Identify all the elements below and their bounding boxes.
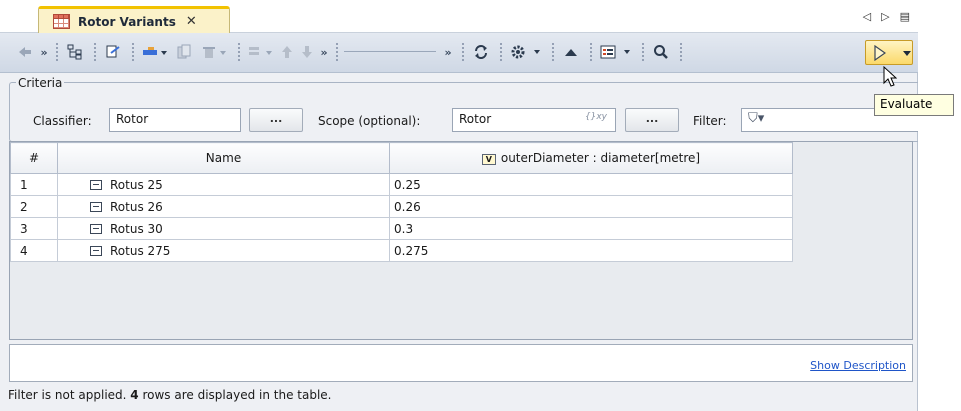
- reorder-icon[interactable]: [246, 41, 276, 63]
- toolbar-grip: [552, 42, 554, 62]
- background-strip: [918, 0, 961, 411]
- scroll-tabs-left-icon[interactable]: ◁: [863, 10, 871, 23]
- add-elements-icon[interactable]: [102, 41, 124, 63]
- row-name-cell[interactable]: Rotus 26: [57, 195, 390, 218]
- move-down-icon[interactable]: [298, 41, 316, 63]
- table-row[interactable]: 3 Rotus 30 0.3: [10, 217, 793, 240]
- row-index: 1: [10, 173, 58, 196]
- copy-icon[interactable]: [174, 41, 194, 63]
- scroll-tabs-right-icon[interactable]: ▷: [881, 10, 889, 23]
- row-index: 4: [10, 239, 58, 262]
- row-name-cell[interactable]: Rotus 25: [57, 173, 390, 196]
- chevron-down-icon[interactable]: [902, 49, 912, 57]
- status-bar: Filter is not applied. 4 rows are displa…: [8, 388, 331, 402]
- tab-navigation: ◁ ▷ ▤: [863, 10, 910, 23]
- toolbar-grip: [56, 42, 58, 62]
- description-panel: Show Description: [9, 344, 913, 382]
- scope-field[interactable]: Rotor {}xy: [452, 108, 616, 132]
- tab-bar: Rotor Variants ✕ ◁ ▷ ▤: [0, 0, 918, 34]
- tab-title: Rotor Variants: [78, 14, 176, 29]
- table-row[interactable]: 4 Rotus 275 0.275: [10, 239, 793, 262]
- overflow-chevron-icon[interactable]: »: [38, 41, 50, 63]
- evaluate-button[interactable]: [865, 40, 913, 65]
- toolbar-grip: [238, 42, 240, 62]
- row-name: Rotus 26: [110, 199, 163, 214]
- classifier-value: Rotor: [116, 112, 149, 126]
- toolbar-grip: [462, 42, 464, 62]
- row-value-cell[interactable]: 0.25: [389, 173, 793, 196]
- table-row[interactable]: 2 Rotus 26 0.26: [10, 195, 793, 218]
- create-element-icon[interactable]: [140, 41, 170, 63]
- delete-icon[interactable]: [200, 41, 230, 63]
- status-row-count: 4: [130, 388, 139, 402]
- layout-list-icon[interactable]: [598, 41, 634, 63]
- row-value-cell[interactable]: 0.26: [389, 195, 793, 218]
- collapse-up-icon[interactable]: [560, 41, 582, 63]
- play-icon: [874, 44, 887, 61]
- block-instance-icon: [90, 179, 102, 190]
- filter-label: Filter:: [693, 114, 727, 128]
- column-header-name[interactable]: Name: [57, 142, 390, 174]
- row-name: Rotus 275: [110, 243, 171, 258]
- back-icon[interactable]: [14, 41, 36, 63]
- toolbar-grip: [336, 42, 338, 62]
- results-table: # Name VouterDiameter : diameter[metre] …: [10, 142, 793, 262]
- move-up-icon[interactable]: [278, 41, 296, 63]
- classifier-label: Classifier:: [33, 114, 92, 128]
- toolbar-grip: [590, 42, 592, 62]
- row-index: 3: [10, 217, 58, 240]
- toolbar-grip: [680, 42, 682, 62]
- search-icon[interactable]: [650, 41, 672, 63]
- toolbar-grip: [132, 42, 134, 62]
- row-name-cell[interactable]: Rotus 275: [57, 239, 390, 262]
- scope-browse-button[interactable]: ...: [625, 108, 679, 132]
- tab-rotor-variants[interactable]: Rotor Variants ✕: [38, 6, 230, 34]
- row-value-cell[interactable]: 0.3: [389, 217, 793, 240]
- row-name: Rotus 25: [110, 177, 163, 192]
- results-table-area: # Name VouterDiameter : diameter[metre] …: [9, 141, 913, 340]
- classifier-browse-button[interactable]: ...: [249, 108, 303, 132]
- overflow-chevron-icon[interactable]: »: [442, 41, 454, 63]
- status-prefix: Filter is not applied.: [8, 388, 131, 402]
- row-name: Rotus 30: [110, 221, 163, 236]
- row-index: 2: [10, 195, 58, 218]
- status-suffix: rows are displayed in the table.: [138, 388, 332, 402]
- tab-list-menu-icon[interactable]: ▤: [900, 10, 910, 23]
- refresh-icon[interactable]: [470, 41, 492, 63]
- table-editor-window: Rotor Variants ✕ ◁ ▷ ▤ » » » Criteria Cl…: [0, 0, 961, 411]
- row-name-cell[interactable]: Rotus 30: [57, 217, 390, 240]
- table-header-row: # Name VouterDiameter : diameter[metre]: [10, 142, 793, 174]
- classifier-field[interactable]: Rotor: [109, 108, 241, 132]
- mouse-cursor-icon: [883, 65, 898, 91]
- column-header-outer-diameter[interactable]: VouterDiameter : diameter[metre]: [389, 142, 793, 174]
- evaluate-tooltip: Evaluate: [874, 94, 954, 116]
- column-header-index[interactable]: #: [10, 142, 58, 174]
- expression-icon[interactable]: {}xy: [585, 112, 607, 122]
- block-instance-icon: [90, 201, 102, 212]
- hierarchy-icon[interactable]: [64, 41, 86, 63]
- block-instance-icon: [90, 245, 102, 256]
- column-header-outer-diameter-label: outerDiameter : diameter[metre]: [500, 151, 701, 165]
- table-row[interactable]: 1 Rotus 25 0.25: [10, 173, 793, 196]
- overflow-chevron-icon[interactable]: »: [318, 41, 330, 63]
- toolbar-divider: [344, 51, 436, 52]
- filter-funnel-icon[interactable]: ⛉▾: [748, 111, 764, 126]
- scope-label: Scope (optional):: [318, 114, 421, 128]
- block-instance-icon: [90, 223, 102, 234]
- close-tab-icon[interactable]: ✕: [186, 14, 197, 29]
- options-gear-icon[interactable]: [508, 41, 544, 63]
- toolbar-grip: [642, 42, 644, 62]
- criteria-legend: Criteria: [16, 76, 65, 90]
- toolbar-grip: [500, 42, 502, 62]
- show-description-link[interactable]: Show Description: [810, 359, 906, 372]
- scope-value: Rotor: [459, 112, 492, 126]
- value-property-icon: V: [481, 154, 496, 165]
- toolbar: » » »: [0, 33, 918, 73]
- row-value-cell[interactable]: 0.275: [389, 239, 793, 262]
- table-icon: [53, 14, 70, 29]
- toolbar-grip: [94, 42, 96, 62]
